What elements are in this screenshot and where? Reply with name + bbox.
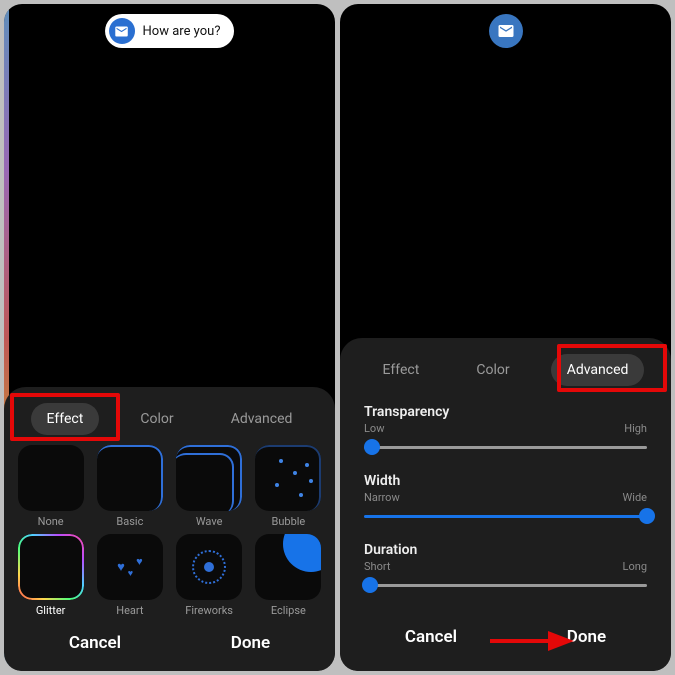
- effect-label: Glitter: [36, 604, 66, 617]
- slider-title: Duration: [364, 542, 647, 558]
- effect-panel: Effect Color Advanced None Basic Wave: [4, 387, 335, 671]
- effect-fireworks[interactable]: Fireworks: [173, 534, 246, 617]
- slider-min-label: Short: [364, 560, 390, 573]
- effect-label: Heart: [116, 604, 143, 617]
- done-button[interactable]: Done: [557, 621, 616, 653]
- done-button[interactable]: Done: [221, 627, 280, 659]
- notification-pill[interactable]: How are you?: [105, 14, 235, 48]
- slider-min-label: Low: [364, 422, 384, 435]
- effect-eclipse[interactable]: Eclipse: [252, 534, 325, 617]
- effect-bubble[interactable]: Bubble: [252, 445, 325, 528]
- effect-label: Wave: [196, 515, 223, 528]
- effect-label: Bubble: [271, 515, 305, 528]
- thumb-fireworks: [176, 534, 242, 600]
- thumb-none: [18, 445, 84, 511]
- thumb-heart: ♥ ♥ ♥: [97, 534, 163, 600]
- annotation-highlight: [10, 393, 120, 441]
- effect-heart[interactable]: ♥ ♥ ♥ Heart: [93, 534, 166, 617]
- advanced-panel: Effect Color Advanced Transparency Low H…: [340, 338, 671, 671]
- effect-basic[interactable]: Basic: [93, 445, 166, 528]
- thumb-wave: [176, 445, 242, 511]
- slider-title: Width: [364, 473, 647, 489]
- phone-left: How are you? Effect Color Advanced None …: [4, 4, 335, 671]
- effect-label: Eclipse: [271, 604, 306, 617]
- thumb-basic: [97, 445, 163, 511]
- slider-min-label: Narrow: [364, 491, 400, 504]
- slider-title: Transparency: [364, 404, 647, 420]
- tab-advanced[interactable]: Advanced: [215, 403, 309, 435]
- tab-color[interactable]: Color: [460, 354, 525, 386]
- annotation-highlight: [557, 344, 667, 392]
- tab-effect[interactable]: Effect: [367, 354, 436, 386]
- tab-color[interactable]: Color: [124, 403, 189, 435]
- heart-icon: ♥: [136, 555, 143, 568]
- slider-track[interactable]: [364, 508, 647, 524]
- effect-wave[interactable]: Wave: [173, 445, 246, 528]
- slider-duration: Duration Short Long: [364, 542, 647, 593]
- thumb-eclipse: [255, 534, 321, 600]
- heart-icon: ♥: [117, 559, 125, 575]
- slider-transparency: Transparency Low High: [364, 404, 647, 455]
- cancel-button[interactable]: Cancel: [59, 627, 131, 659]
- phone-right: Effect Color Advanced Transparency Low H…: [340, 4, 671, 671]
- effect-glitter[interactable]: Glitter: [14, 534, 87, 617]
- panel-buttons: Cancel Done: [14, 617, 325, 663]
- panel-buttons: Cancel Done: [350, 611, 661, 657]
- thumb-bubble: [255, 445, 321, 511]
- slider-max-label: Long: [623, 560, 647, 573]
- cancel-button[interactable]: Cancel: [395, 621, 467, 653]
- tabs-row: Effect Color Advanced: [14, 399, 325, 445]
- tabs-row: Effect Color Advanced: [350, 350, 661, 396]
- slider-width: Width Narrow Wide: [364, 473, 647, 524]
- slider-max-label: Wide: [623, 491, 647, 504]
- notification-text: How are you?: [143, 24, 221, 39]
- slider-group: Transparency Low High Width Narrow Wide: [350, 396, 661, 593]
- mail-icon[interactable]: [489, 14, 523, 48]
- effect-grid: None Basic Wave Bubble: [14, 445, 325, 617]
- slider-max-label: High: [624, 422, 647, 435]
- mail-icon: [109, 18, 135, 44]
- thumb-glitter: [18, 534, 84, 600]
- heart-icon: ♥: [128, 568, 133, 579]
- effect-label: Basic: [116, 515, 143, 528]
- slider-track[interactable]: [364, 439, 647, 455]
- effect-label: Fireworks: [185, 604, 233, 617]
- effect-label: None: [38, 515, 64, 528]
- effect-none[interactable]: None: [14, 445, 87, 528]
- slider-track[interactable]: [364, 577, 647, 593]
